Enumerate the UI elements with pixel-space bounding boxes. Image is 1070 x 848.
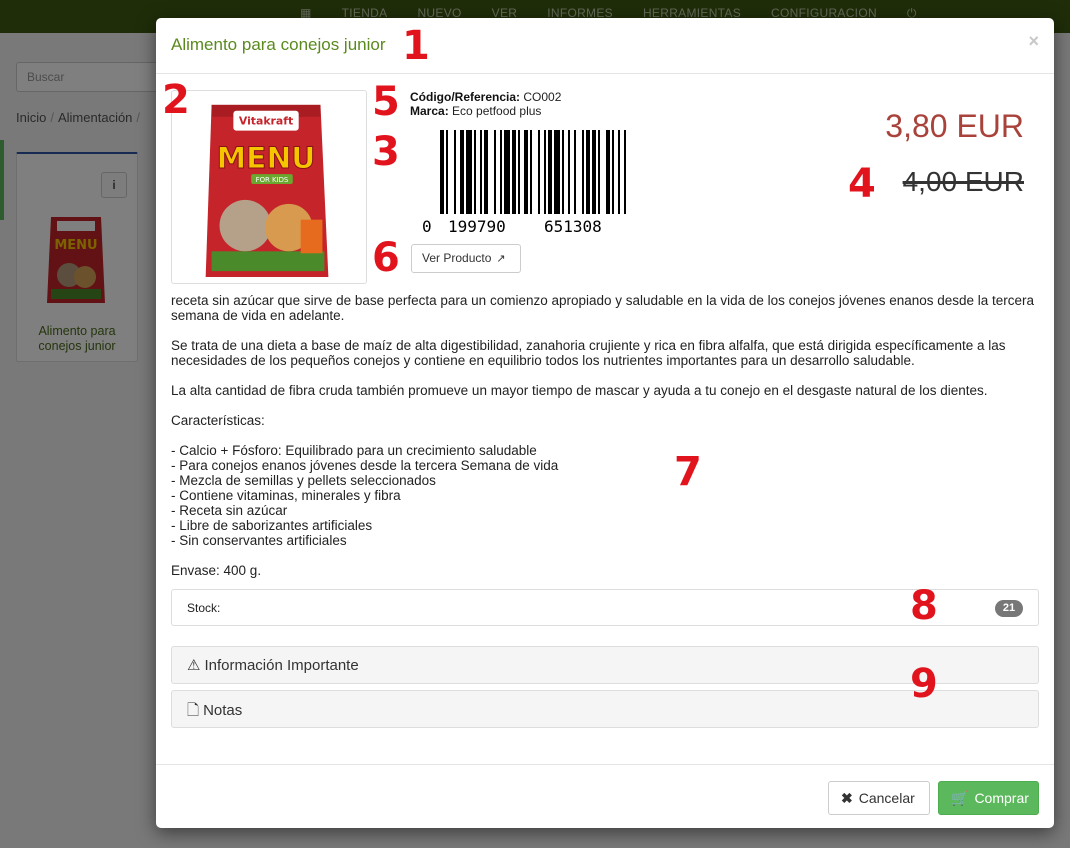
product-image: Vitakraft MENU FOR KIDS <box>171 90 367 284</box>
callout-6: 6 <box>372 235 400 281</box>
callout-5: 5 <box>372 79 400 125</box>
cart-icon: 🛒 <box>951 790 969 806</box>
ver-producto-button[interactable]: Ver Producto ↗ <box>411 244 521 273</box>
close-icon: ✖ <box>841 790 853 806</box>
modal-title: Alimento para conejos junior <box>171 35 386 54</box>
description-paragraph: receta sin azúcar que sirve de base perf… <box>171 293 1035 323</box>
barcode-bar <box>474 130 476 214</box>
callout-4: 4 <box>848 161 876 207</box>
svg-text:MENU: MENU <box>217 141 316 176</box>
buy-label: Comprar <box>974 790 1029 806</box>
barcode-bar <box>480 130 482 214</box>
barcode-bar <box>618 130 620 214</box>
callout-8: 8 <box>910 583 938 629</box>
barcode: 0 199790 651308 <box>422 130 626 236</box>
modal-header: Alimento para conejos junior × <box>156 18 1054 74</box>
barcode-bar <box>582 130 584 214</box>
barcode-digits-left: 199790 <box>448 217 506 236</box>
cancel-label: Cancelar <box>858 790 915 806</box>
callout-7: 7 <box>674 449 702 495</box>
barcode-bar <box>524 130 528 214</box>
description-paragraph: La alta cantidad de fibra cruda también … <box>171 383 988 398</box>
barcode-bar <box>574 130 576 214</box>
brand-value: Eco petfood plus <box>452 104 542 118</box>
feature-item: - Calcio + Fósforo: Equilibrado para un … <box>171 443 537 458</box>
product-meta: Código/Referencia: CO002 Marca: Eco petf… <box>410 90 561 118</box>
package-size: Envase: 400 g. <box>171 563 262 578</box>
brand-label: Marca: <box>410 104 449 118</box>
stock-label: Stock: <box>187 601 221 615</box>
code-value: CO002 <box>523 90 562 104</box>
barcode-bar <box>568 130 570 214</box>
panel-informacion-importante[interactable]: ⚠ Información Importante <box>171 646 1039 684</box>
product-description: receta sin azúcar que sirve de base perf… <box>171 293 1041 593</box>
barcode-bar <box>466 130 472 214</box>
features-heading: Características: <box>171 413 265 428</box>
callout-9: 9 <box>910 661 938 707</box>
barcode-bar <box>612 130 614 214</box>
callout-2: 2 <box>162 77 190 123</box>
product-modal: Alimento para conejos junior × 1 Vitakra… <box>156 18 1054 828</box>
barcode-bar <box>554 130 560 214</box>
barcode-bar <box>484 130 488 214</box>
barcode-bar <box>494 130 496 214</box>
feature-item: - Libre de saborizantes artificiales <box>171 518 373 533</box>
panel-important-label: Información Importante <box>204 657 359 674</box>
stock-count-badge: 21 <box>995 600 1023 617</box>
barcode-bar <box>548 130 552 214</box>
feature-item: - Contiene vitaminas, minerales y fibra <box>171 488 401 503</box>
barcode-bar <box>518 130 520 214</box>
feature-item: - Para conejos enanos jóvenes desde la t… <box>171 458 559 473</box>
barcode-bar <box>538 130 540 214</box>
modal-footer: ✖ Cancelar 🛒 Comprar <box>156 764 1054 828</box>
feature-item: - Mezcla de semillas y pellets seleccion… <box>171 473 436 488</box>
close-icon[interactable]: × <box>1028 31 1039 52</box>
barcode-bar <box>606 130 610 214</box>
barcode-bar <box>460 130 464 214</box>
barcode-bar <box>440 130 444 214</box>
barcode-bar <box>530 130 532 214</box>
ver-producto-label: Ver Producto <box>422 251 492 265</box>
barcode-bar <box>598 130 600 214</box>
barcode-bar <box>512 130 516 214</box>
barcode-digits-right: 651308 <box>544 217 602 236</box>
callout-3: 3 <box>372 129 400 175</box>
barcode-bar <box>500 130 502 214</box>
feature-item: - Sin conservantes artificiales <box>171 533 347 548</box>
panel-notes-label: Notas <box>203 702 243 719</box>
barcode-bar <box>562 130 564 214</box>
document-icon: 🗋 <box>187 702 200 719</box>
cancel-button[interactable]: ✖ Cancelar <box>828 781 930 815</box>
barcode-bar <box>446 130 448 214</box>
feature-item: - Receta sin azúcar <box>171 503 288 518</box>
barcode-digit-prefix: 0 <box>422 217 432 236</box>
code-label: Código/Referencia: <box>410 90 521 104</box>
external-link-icon: ↗ <box>496 253 506 265</box>
callout-1: 1 <box>402 23 430 69</box>
barcode-bar <box>544 130 546 214</box>
barcode-bar <box>624 130 626 214</box>
barcode-bar <box>586 130 590 214</box>
barcode-bar <box>504 130 510 214</box>
panel-notas[interactable]: 🗋 Notas <box>171 690 1039 728</box>
barcode-bar <box>454 130 456 214</box>
svg-text:Vitakraft: Vitakraft <box>239 115 293 128</box>
features-list: - Calcio + Fósforo: Equilibrado para un … <box>171 443 1041 548</box>
old-price: 4,00 EUR <box>902 166 1024 197</box>
warning-icon: ⚠ <box>187 657 201 674</box>
description-paragraph: Se trata de una dieta a base de maíz de … <box>171 338 1006 368</box>
svg-text:FOR KIDS: FOR KIDS <box>256 176 289 184</box>
barcode-bar <box>592 130 596 214</box>
current-price: 3,80 EUR <box>885 108 1024 144</box>
buy-button[interactable]: 🛒 Comprar <box>938 781 1039 815</box>
stock-box: Stock: 21 <box>171 589 1039 626</box>
